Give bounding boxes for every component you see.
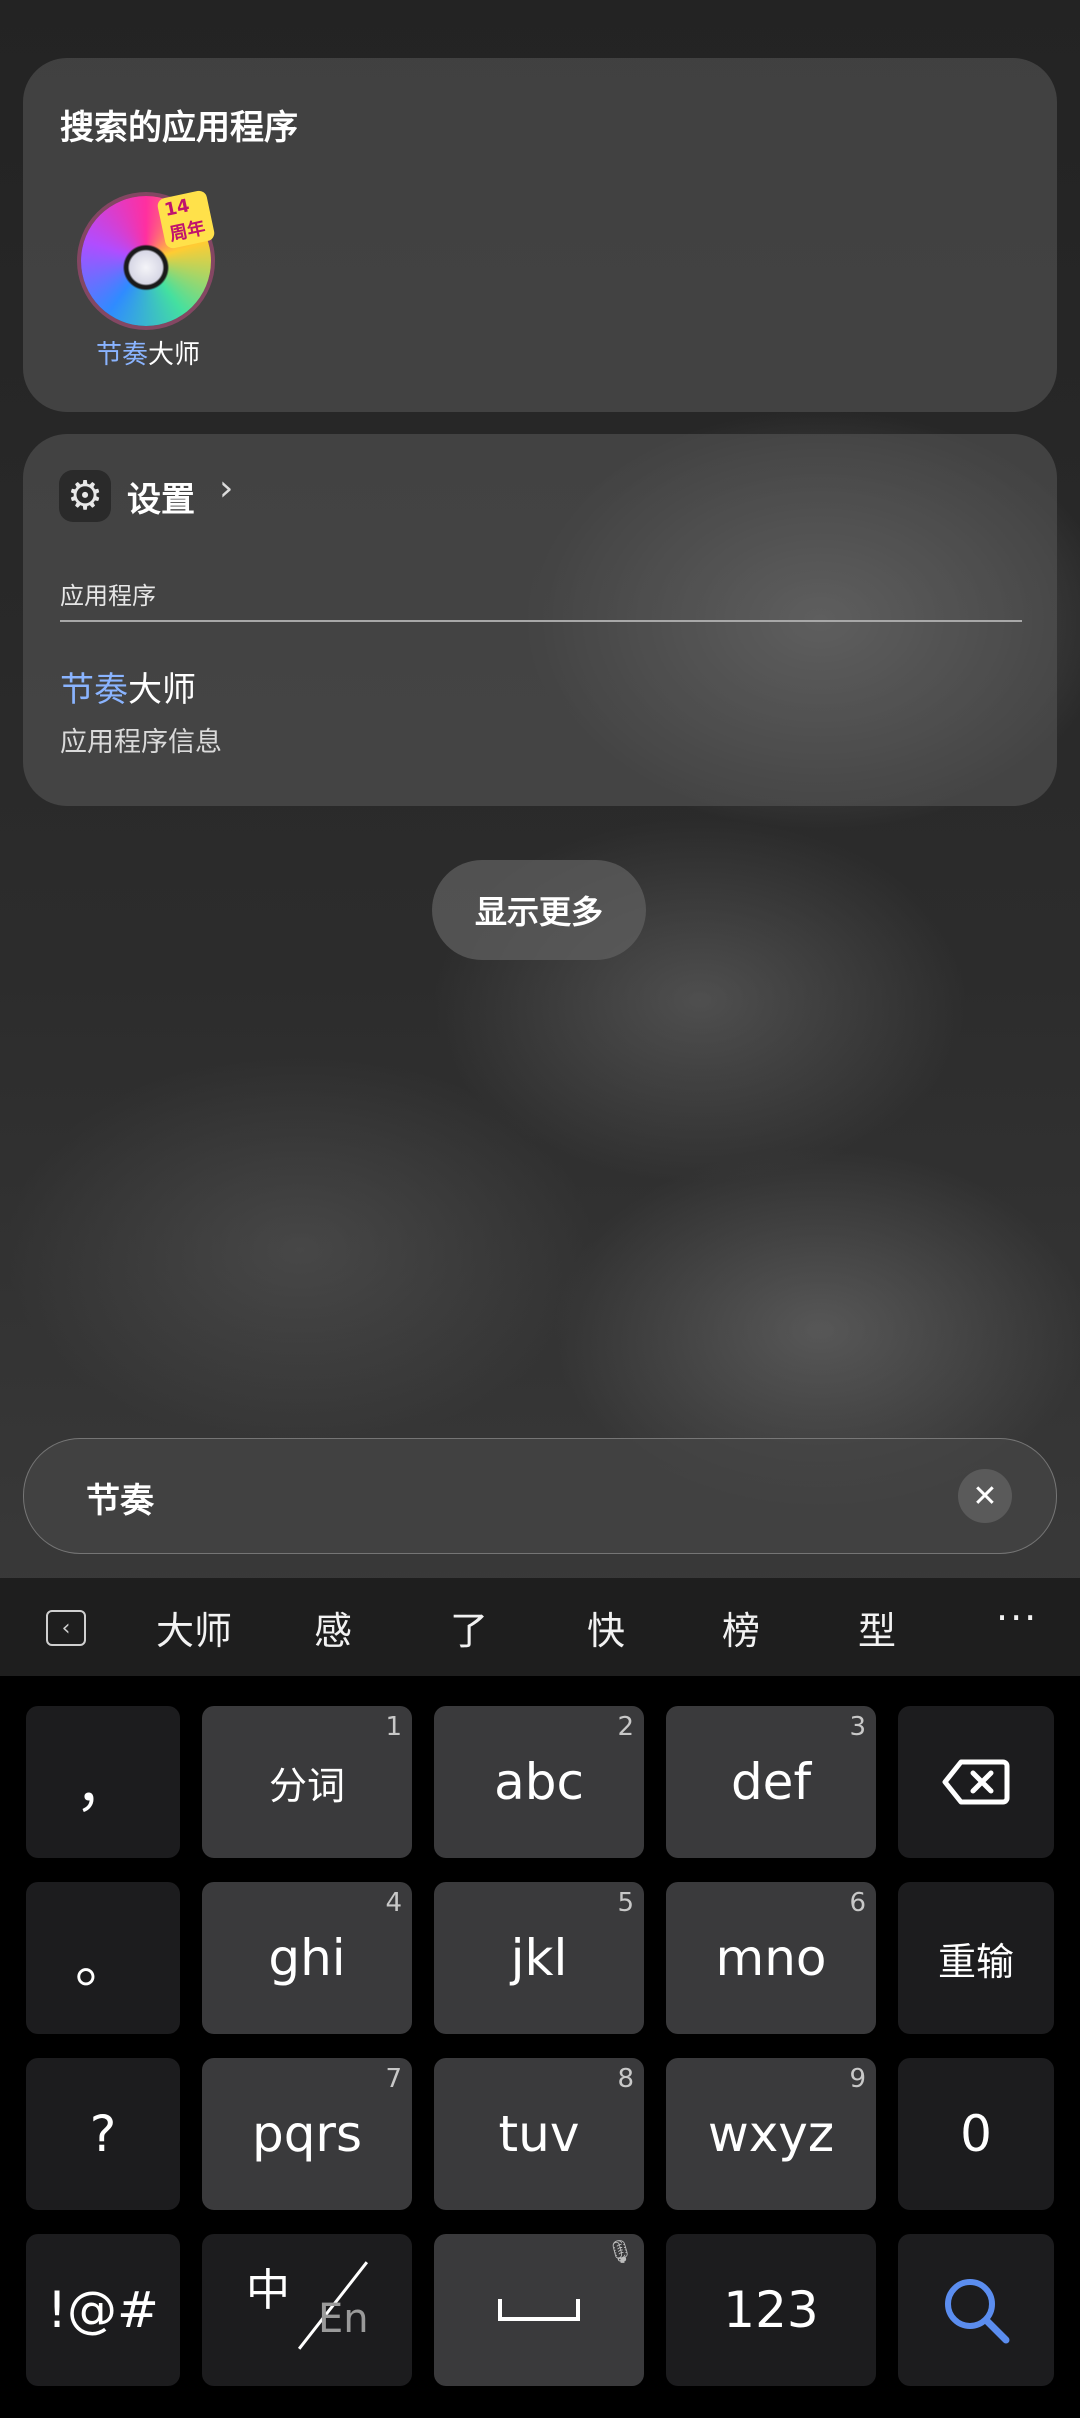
chinese-label: 中 xyxy=(246,2265,290,2316)
candidate-word[interactable]: 型 xyxy=(858,1600,896,1655)
ime-candidate-bar: ‹ 大师 感 了 快 榜 型 ··· xyxy=(0,1578,1080,1676)
app-label[interactable]: 节奏大师 xyxy=(53,334,243,371)
settings-result-subtitle[interactable]: 应用程序信息 xyxy=(60,720,222,759)
space-key[interactable]: 🎙 xyxy=(434,2234,644,2386)
settings-title[interactable]: 设置 xyxy=(127,472,195,521)
key-9[interactable]: 9 wxyz xyxy=(666,2058,876,2210)
candidate-word[interactable]: 快 xyxy=(587,1600,625,1655)
key-label: ? xyxy=(89,2105,117,2163)
key-number: 4 xyxy=(385,1888,402,1918)
key-number: 8 xyxy=(617,2064,634,2094)
key-label: jkl xyxy=(510,1929,568,1987)
show-more-button[interactable]: 显示更多 xyxy=(432,860,646,960)
key-3[interactable]: 3 def xyxy=(666,1706,876,1858)
candidate-word[interactable]: 榜 xyxy=(722,1600,760,1655)
space-icon xyxy=(498,2299,580,2321)
backspace-key[interactable] xyxy=(898,1706,1054,1858)
result-title-rest: 大师 xyxy=(128,670,196,710)
mic-icon: 🎙 xyxy=(606,2240,634,2265)
key-8[interactable]: 8 tuv xyxy=(434,2058,644,2210)
section-label: 应用程序 xyxy=(60,582,156,610)
key-number: 7 xyxy=(385,2064,402,2094)
key-label: 123 xyxy=(723,2281,819,2339)
rhythm-master-app-icon[interactable]: 14周年 xyxy=(81,189,216,326)
search-key[interactable] xyxy=(898,2234,1054,2386)
apps-results-card: 搜索的应用程序 14周年 节奏大师 xyxy=(23,58,1057,412)
key-label: abc xyxy=(494,1753,584,1811)
settings-results-card: ⚙ 设置 › 应用程序 节奏大师 应用程序信息 xyxy=(23,434,1057,806)
key-7[interactable]: 7 pqrs xyxy=(202,2058,412,2210)
backspace-icon xyxy=(942,1759,1010,1805)
settings-gear-icon[interactable]: ⚙ xyxy=(59,470,111,522)
key-2[interactable]: 2 abc xyxy=(434,1706,644,1858)
more-candidates-icon[interactable]: ··· xyxy=(996,1596,1038,1640)
key-number: 9 xyxy=(849,2064,866,2094)
key-period[interactable]: 。 xyxy=(26,1882,180,2034)
language-switch-key[interactable]: 中 En xyxy=(202,2234,412,2386)
key-label: ， xyxy=(75,1754,131,1820)
result-title-highlight: 节奏 xyxy=(60,670,128,710)
key-question[interactable]: ? xyxy=(26,2058,180,2210)
key-comma[interactable]: ， xyxy=(26,1706,180,1858)
symbols-key[interactable]: !@# xyxy=(26,2234,180,2386)
chevron-right-icon[interactable]: › xyxy=(219,468,233,509)
key-label: !@# xyxy=(47,2281,159,2339)
app-icon-badge: 14周年 xyxy=(156,189,216,250)
candidate-back-icon[interactable]: ‹ xyxy=(46,1610,86,1646)
clear-search-icon[interactable]: ✕ xyxy=(958,1469,1012,1523)
key-1[interactable]: 1 分词 xyxy=(202,1706,412,1858)
key-number: 5 xyxy=(617,1888,634,1918)
candidate-word[interactable]: 大师 xyxy=(156,1600,232,1655)
t9-keyboard: ， 1 分词 2 abc 3 def 。 4 ghi 5 jkl 6 mno 重… xyxy=(0,1676,1080,2418)
key-label: tuv xyxy=(498,2105,580,2163)
key-number: 2 xyxy=(617,1712,634,1742)
key-label: mno xyxy=(715,1929,827,1987)
key-label: def xyxy=(730,1753,812,1811)
settings-result-title[interactable]: 节奏大师 xyxy=(60,662,196,711)
english-label: En xyxy=(318,2296,369,2342)
key-number: 6 xyxy=(849,1888,866,1918)
key-label: 重输 xyxy=(937,1939,1014,1984)
key-label: 。 xyxy=(75,1930,131,1996)
numbers-key[interactable]: 123 xyxy=(666,2234,876,2386)
key-label: 0 xyxy=(960,2105,992,2163)
key-label: ghi xyxy=(268,1929,346,1987)
key-5[interactable]: 5 jkl xyxy=(434,1882,644,2034)
reenter-key[interactable]: 重输 xyxy=(898,1882,1054,2034)
app-label-highlight: 节奏 xyxy=(95,340,148,370)
key-6[interactable]: 6 mno xyxy=(666,1882,876,2034)
section-divider xyxy=(60,620,1022,622)
key-label: pqrs xyxy=(251,2105,363,2163)
key-4[interactable]: 4 ghi xyxy=(202,1882,412,2034)
candidate-word[interactable]: 了 xyxy=(450,1600,488,1655)
key-label: 分词 xyxy=(268,1763,345,1808)
key-0[interactable]: 0 xyxy=(898,2058,1054,2210)
key-label: wxyz xyxy=(707,2105,835,2163)
apps-card-title: 搜索的应用程序 xyxy=(60,108,298,148)
search-icon xyxy=(945,2279,1010,2344)
key-number: 3 xyxy=(849,1712,866,1742)
search-bar[interactable]: ✕ xyxy=(23,1438,1057,1554)
app-label-rest: 大师 xyxy=(148,340,201,370)
search-input[interactable] xyxy=(84,1467,908,1527)
candidate-word[interactable]: 感 xyxy=(314,1600,352,1655)
key-number: 1 xyxy=(385,1712,402,1742)
